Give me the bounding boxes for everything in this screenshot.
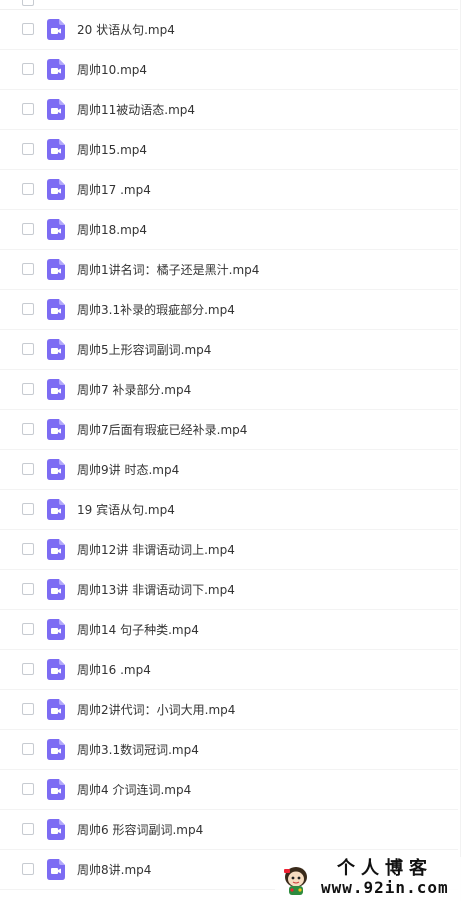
- file-row[interactable]: 周帅7后面有瑕疵已经补录.mp4: [0, 410, 458, 450]
- watermark-url: www.92in.com: [321, 878, 449, 897]
- row-checkbox[interactable]: [22, 503, 34, 515]
- video-file-icon: [47, 59, 65, 80]
- file-row[interactable]: 周帅16 .mp4: [0, 650, 458, 690]
- file-row[interactable]: 周帅3.1补录的瑕疵部分.mp4: [0, 290, 458, 330]
- row-checkbox[interactable]: [22, 423, 34, 435]
- video-file-icon: [47, 299, 65, 320]
- watermark: 个人博客 www.92in.com: [275, 857, 465, 901]
- row-checkbox[interactable]: [22, 583, 34, 595]
- video-file-icon: [47, 859, 65, 880]
- video-file-icon: [47, 579, 65, 600]
- video-file-icon: [47, 739, 65, 760]
- video-file-icon: [47, 219, 65, 240]
- file-name[interactable]: 周帅11被动语态.mp4: [77, 102, 195, 118]
- file-row[interactable]: 周帅2讲代词：小词大用.mp4: [0, 690, 458, 730]
- file-row[interactable]: 周帅7 补录部分.mp4: [0, 370, 458, 410]
- row-checkbox[interactable]: [22, 783, 34, 795]
- video-file-icon: [47, 819, 65, 840]
- file-row[interactable]: 周帅1讲名词：橘子还是黑汁.mp4: [0, 250, 458, 290]
- file-row[interactable]: 周帅13讲 非谓语动词下.mp4: [0, 570, 458, 610]
- file-row[interactable]: 周帅3.1数词冠词.mp4: [0, 730, 458, 770]
- row-checkbox[interactable]: [22, 343, 34, 355]
- file-row[interactable]: 周帅18.mp4: [0, 210, 458, 250]
- row-checkbox[interactable]: [22, 623, 34, 635]
- file-name[interactable]: 周帅4 介词连词.mp4: [77, 782, 191, 798]
- video-file-icon: [47, 99, 65, 120]
- file-name[interactable]: 周帅14 句子种类.mp4: [77, 622, 199, 638]
- file-row[interactable]: 周帅10.mp4: [0, 50, 458, 90]
- row-checkbox[interactable]: [22, 23, 34, 35]
- video-file-icon: [47, 139, 65, 160]
- file-row[interactable]: 周帅12讲 非谓语动词上.mp4: [0, 530, 458, 570]
- video-file-icon: [47, 379, 65, 400]
- video-file-icon: [47, 19, 65, 40]
- video-file-icon: [47, 459, 65, 480]
- file-name[interactable]: 周帅3.1数词冠词.mp4: [77, 742, 199, 758]
- video-file-icon: [47, 699, 65, 720]
- row-checkbox[interactable]: [22, 663, 34, 675]
- row-checkbox[interactable]: [22, 463, 34, 475]
- file-name[interactable]: 周帅10.mp4: [77, 62, 147, 78]
- video-file-icon: [47, 619, 65, 640]
- row-checkbox[interactable]: [22, 0, 34, 6]
- video-file-icon: [47, 659, 65, 680]
- watermark-title: 个人博客: [337, 858, 433, 879]
- row-checkbox[interactable]: [22, 303, 34, 315]
- video-file-icon: [47, 419, 65, 440]
- file-name[interactable]: 周帅6 形容词副词.mp4: [77, 822, 203, 838]
- row-checkbox[interactable]: [22, 703, 34, 715]
- video-file-icon: [47, 259, 65, 280]
- file-name[interactable]: 周帅9讲 时态.mp4: [77, 462, 179, 478]
- file-row[interactable]: 周帅14 句子种类.mp4: [0, 610, 458, 650]
- file-row[interactable]: 19 宾语从句.mp4: [0, 490, 458, 530]
- file-name[interactable]: 周帅7 补录部分.mp4: [77, 382, 191, 398]
- row-checkbox[interactable]: [22, 743, 34, 755]
- scrollbar-track[interactable]: [460, 0, 470, 901]
- file-row[interactable]: 周帅5上形容词副词.mp4: [0, 330, 458, 370]
- file-row[interactable]: 周帅15.mp4: [0, 130, 458, 170]
- row-checkbox[interactable]: [22, 383, 34, 395]
- file-name[interactable]: 周帅2讲代词：小词大用.mp4: [77, 702, 235, 718]
- row-checkbox[interactable]: [22, 263, 34, 275]
- file-name[interactable]: 周帅16 .mp4: [77, 662, 151, 678]
- file-row[interactable]: 周帅17 .mp4: [0, 170, 458, 210]
- file-row[interactable]: 20 状语从句.mp4: [0, 10, 458, 50]
- previous-row-sliver: [0, 0, 458, 10]
- file-row[interactable]: 周帅4 介词连词.mp4: [0, 770, 458, 810]
- video-file-icon: [47, 179, 65, 200]
- video-file-icon: [47, 339, 65, 360]
- file-row[interactable]: 周帅11被动语态.mp4: [0, 90, 458, 130]
- file-name[interactable]: 周帅17 .mp4: [77, 182, 151, 198]
- video-file-icon: [47, 499, 65, 520]
- file-name[interactable]: 周帅3.1补录的瑕疵部分.mp4: [77, 302, 235, 318]
- file-list: 20 状语从句.mp4 周帅10.mp4 周帅11被动语态.mp4 周帅15.m…: [0, 10, 458, 890]
- row-checkbox[interactable]: [22, 823, 34, 835]
- file-name[interactable]: 周帅5上形容词副词.mp4: [77, 342, 211, 358]
- row-checkbox[interactable]: [22, 543, 34, 555]
- row-checkbox[interactable]: [22, 103, 34, 115]
- video-file-icon: [47, 539, 65, 560]
- row-checkbox[interactable]: [22, 63, 34, 75]
- file-name[interactable]: 周帅13讲 非谓语动词下.mp4: [77, 582, 235, 598]
- file-name[interactable]: 周帅15.mp4: [77, 142, 147, 158]
- file-name[interactable]: 周帅12讲 非谓语动词上.mp4: [77, 542, 235, 558]
- file-name[interactable]: 周帅8讲.mp4: [77, 862, 151, 878]
- video-file-icon: [47, 779, 65, 800]
- file-row[interactable]: 周帅6 形容词副词.mp4: [0, 810, 458, 850]
- row-checkbox[interactable]: [22, 223, 34, 235]
- row-checkbox[interactable]: [22, 183, 34, 195]
- mascot-logo-icon: [284, 867, 307, 895]
- file-name[interactable]: 19 宾语从句.mp4: [77, 502, 175, 518]
- row-checkbox[interactable]: [22, 863, 34, 875]
- row-checkbox[interactable]: [22, 143, 34, 155]
- file-name[interactable]: 20 状语从句.mp4: [77, 22, 175, 38]
- file-name[interactable]: 周帅1讲名词：橘子还是黑汁.mp4: [77, 262, 259, 278]
- file-row[interactable]: 周帅9讲 时态.mp4: [0, 450, 458, 490]
- file-name[interactable]: 周帅7后面有瑕疵已经补录.mp4: [77, 422, 247, 438]
- file-name[interactable]: 周帅18.mp4: [77, 222, 147, 238]
